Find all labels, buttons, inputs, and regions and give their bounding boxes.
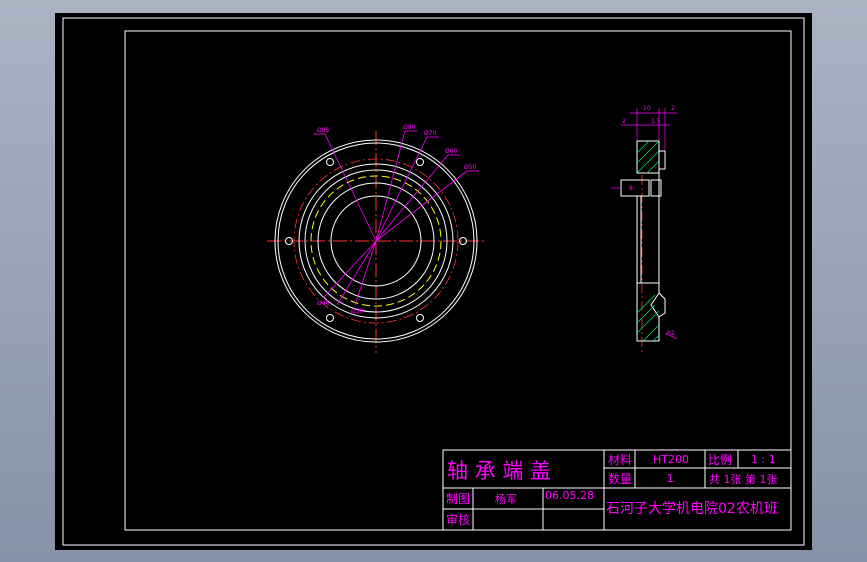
lower-boss	[658, 292, 666, 318]
drawn-date: 06.05.28	[545, 489, 594, 502]
sheet-count: 共 1张 第 1张	[709, 472, 778, 486]
front-view[interactable]: Ø85 Ø80 Ø70 Ø60 Ø50 Ø46 Ø30	[267, 124, 487, 353]
bolt-hole-bottom-right	[416, 314, 424, 322]
section-dimension-lines	[611, 108, 678, 340]
section-view[interactable]: 10 2 2 1.5 8 R2	[611, 105, 678, 355]
upper-groove	[620, 179, 650, 197]
material-label: 材料	[608, 453, 632, 467]
upper-section-outline	[636, 140, 660, 174]
section-dim-0: 10	[643, 105, 651, 112]
dim-label-1: Ø80	[403, 124, 416, 131]
section-dim-1: 2	[671, 105, 675, 112]
lower-hatch	[636, 294, 660, 342]
outer-frame	[62, 17, 805, 546]
upper-boss	[658, 150, 666, 170]
drawn-label: 制图	[446, 492, 470, 506]
section-dim-3: 1.5	[651, 118, 661, 125]
upper-hatch	[636, 140, 660, 174]
title-block[interactable]: 轴 承 端 盖 材料 HT200 比例 1 : 1 数量 1 共 1张 第 1张…	[442, 449, 792, 531]
dim-label-5: Ø46	[317, 300, 330, 307]
inner-frame	[124, 30, 792, 531]
drawing-canvas: Ø85 Ø80 Ø70 Ø60 Ø50 Ø46 Ø30 10 2 2 1.5 8…	[62, 17, 805, 546]
quantity-label: 数量	[608, 471, 632, 486]
dim-label-6: Ø30	[351, 308, 364, 315]
section-dim-2: 2	[622, 118, 626, 125]
bolt-hole-bottom-left	[326, 314, 334, 322]
scale-value: 1 : 1	[751, 453, 776, 466]
dim-label-4: Ø50	[464, 164, 477, 171]
material-value: HT200	[653, 453, 689, 466]
bolt-hole-top-left	[326, 158, 334, 166]
drawn-by: 杨军	[495, 492, 517, 506]
bolt-hole-top-right	[416, 158, 424, 166]
dim-label-2: Ø70	[424, 130, 437, 137]
scale-label: 比例	[708, 453, 732, 467]
checked-label: 审核	[446, 512, 470, 527]
dim-label-0: Ø85	[317, 127, 330, 134]
section-dim-5: R2	[667, 330, 675, 337]
organization: 石河子大学机电院02农机班	[606, 501, 778, 517]
section-dim-4: 8	[629, 185, 633, 192]
part-name: 轴 承 端 盖	[447, 459, 551, 483]
quantity-value: 1	[667, 472, 674, 485]
dim-label-3: Ø60	[445, 148, 458, 155]
cad-drawing-viewport[interactable]: Ø85 Ø80 Ø70 Ø60 Ø50 Ø46 Ø30 10 2 2 1.5 8…	[55, 13, 812, 550]
